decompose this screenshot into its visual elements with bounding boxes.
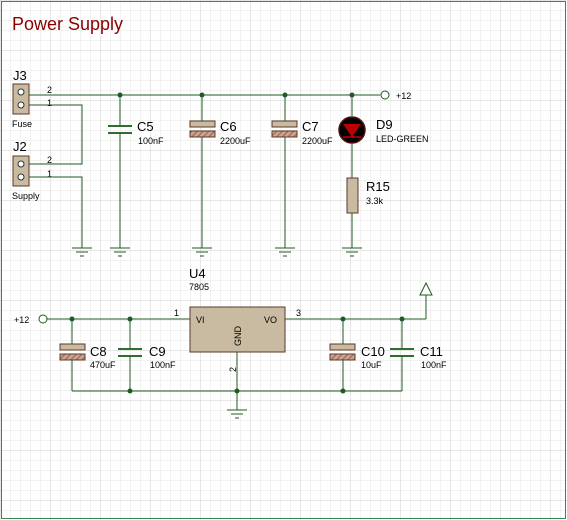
j3-pin2-pad bbox=[17, 88, 25, 96]
r15-body bbox=[346, 177, 359, 214]
c5-value: 100nF bbox=[138, 136, 164, 146]
c10-value: 10uF bbox=[361, 360, 382, 370]
c11-value: 100nF bbox=[421, 360, 447, 370]
power-label-12v-bottom: +12 bbox=[14, 315, 29, 325]
c7-value: 2200uF bbox=[302, 136, 333, 146]
j3-pin2-label: 2 bbox=[47, 85, 52, 95]
c8-value: 470uF bbox=[90, 360, 116, 370]
d9-value: LED-GREEN bbox=[376, 134, 429, 144]
c6-ref: C6 bbox=[220, 119, 237, 134]
u4-pin1-num: 1 bbox=[174, 308, 179, 318]
c6-value: 2200uF bbox=[220, 136, 251, 146]
c11-ref: C11 bbox=[420, 344, 443, 359]
j3-pin1-pad bbox=[17, 101, 25, 109]
c9-ref: C9 bbox=[149, 344, 166, 359]
junction bbox=[127, 388, 133, 394]
u4-value: 7805 bbox=[189, 282, 209, 292]
u4-ref: U4 bbox=[189, 266, 206, 281]
u4-pin-vi: VI bbox=[196, 315, 205, 325]
j2-label: Supply bbox=[12, 191, 40, 201]
u4-pin3-num: 3 bbox=[296, 308, 301, 318]
c10-ref: C10 bbox=[361, 344, 385, 359]
junction bbox=[234, 388, 240, 394]
j2-pin2-pad bbox=[17, 160, 25, 168]
schematic-canvas: Power Supply J3 2 1 Fuse J2 2 1 Supply +… bbox=[0, 0, 567, 520]
u4-pin-vo: VO bbox=[264, 315, 277, 325]
junction bbox=[340, 388, 346, 394]
power-terminal-12v-in bbox=[38, 314, 48, 324]
r15-value: 3.3k bbox=[366, 196, 384, 206]
c5-ref: C5 bbox=[137, 119, 154, 134]
j2-ref: J2 bbox=[13, 139, 27, 154]
d9-ref: D9 bbox=[376, 117, 393, 132]
power-label-12v-top: +12 bbox=[396, 91, 411, 101]
c7-ref: C7 bbox=[302, 119, 319, 134]
u4-pin-gnd: GND bbox=[233, 326, 243, 347]
grid-background bbox=[0, 0, 567, 520]
j3-label: Fuse bbox=[12, 119, 32, 129]
page-title: Power Supply bbox=[12, 14, 123, 34]
c8-ref: C8 bbox=[90, 344, 107, 359]
power-terminal-12v bbox=[380, 90, 390, 100]
r15-ref: R15 bbox=[366, 179, 390, 194]
j2-pin1-pad bbox=[17, 173, 25, 181]
j3-pin1-label: 1 bbox=[47, 98, 52, 108]
c9-value: 100nF bbox=[150, 360, 176, 370]
j3-ref: J3 bbox=[13, 68, 27, 83]
